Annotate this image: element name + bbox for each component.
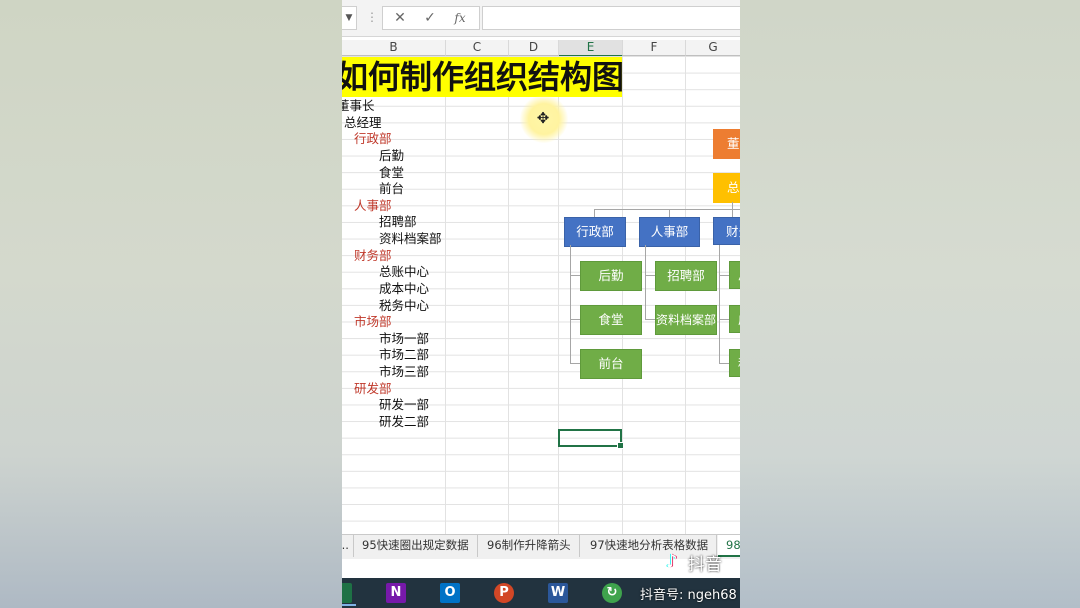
formula-input[interactable]: [482, 6, 740, 30]
active-cell[interactable]: [558, 429, 624, 449]
org-box-team[interactable]: 资料档案部: [655, 305, 717, 335]
org-box-team[interactable]: 成本中心: [729, 305, 740, 333]
sheet-tab[interactable]: 96制作升降箭头: [479, 535, 580, 557]
green-app-icon[interactable]: ↻: [594, 580, 630, 606]
outline-item[interactable]: 研发二部: [379, 414, 429, 430]
org-box-team[interactable]: 食堂: [580, 305, 642, 335]
connector-line: [645, 245, 646, 319]
outline-item[interactable]: 食堂: [379, 165, 404, 181]
sheet-tab-more[interactable]: ...: [342, 535, 354, 557]
gridline: [508, 56, 509, 534]
column-header-d[interactable]: D: [509, 40, 559, 56]
name-box-dropdown[interactable]: ▼: [342, 6, 357, 30]
connector-line: [594, 209, 595, 217]
column-header-b[interactable]: B: [342, 40, 446, 56]
column-header-g[interactable]: G: [686, 40, 740, 56]
org-box-team[interactable]: 后勤: [580, 261, 642, 291]
outline-item[interactable]: 市场三部: [379, 364, 429, 380]
org-box-general-manager[interactable]: 总经理: [713, 173, 740, 203]
blurred-background-left: [0, 0, 342, 608]
connector-line: [719, 363, 729, 364]
connector-line: [570, 275, 580, 276]
gridline: [622, 56, 623, 534]
formula-buttons: ✕ ✓ fx: [382, 6, 480, 30]
outline-item[interactable]: 资料档案部: [379, 231, 442, 247]
outline-item[interactable]: 市场二部: [379, 347, 429, 363]
outline-item-department[interactable]: 行政部: [354, 131, 392, 147]
gridline: [445, 56, 446, 534]
connector-line: [719, 245, 720, 363]
connector-line: [719, 319, 729, 320]
insert-function-button[interactable]: fx: [445, 7, 475, 29]
connector-line: [645, 275, 655, 276]
org-box-team[interactable]: 税务中心: [729, 349, 740, 377]
outline-item[interactable]: 税务中心: [379, 298, 429, 314]
excel-window: ▼ ⋮ ✕ ✓ fx B C D E F G 如何制作组织结构图 董事长 总经理…: [342, 0, 740, 608]
watermark-account: 抖音号: ngeh68: [640, 588, 737, 603]
column-header-f[interactable]: F: [623, 40, 686, 56]
column-header-e[interactable]: E: [559, 40, 623, 57]
excel-icon[interactable]: [342, 580, 360, 606]
outline-item[interactable]: 招聘部: [379, 214, 417, 230]
connector-line: [594, 209, 740, 210]
powerpoint-icon[interactable]: P: [486, 580, 522, 606]
outlook-icon[interactable]: O: [432, 580, 468, 606]
column-header-c[interactable]: C: [446, 40, 509, 56]
connector-line: [719, 275, 729, 276]
org-box-department[interactable]: 人事部: [639, 217, 700, 247]
word-icon[interactable]: W: [540, 580, 576, 606]
onenote-icon[interactable]: N: [378, 580, 414, 606]
formula-bar: ▼ ⋮ ✕ ✓ fx: [342, 0, 740, 37]
org-box-team[interactable]: 总账中心: [729, 261, 740, 289]
outline-item-department[interactable]: 人事部: [354, 198, 392, 214]
page-title[interactable]: 如何制作组织结构图: [342, 57, 624, 97]
outline-item-department[interactable]: 财务部: [354, 248, 392, 264]
outline-item[interactable]: 前台: [379, 181, 404, 197]
watermark-brand: 抖音: [688, 555, 722, 575]
outline-item[interactable]: 总经理: [344, 115, 382, 131]
org-box-team[interactable]: 前台: [580, 349, 642, 379]
org-box-department[interactable]: 行政部: [564, 217, 626, 247]
formula-bar-separator: ⋮: [366, 10, 378, 24]
outline-item[interactable]: 研发一部: [379, 397, 429, 413]
blurred-background-right: [740, 0, 1080, 608]
connector-line: [669, 209, 670, 217]
connector-line: [570, 363, 580, 364]
connector-line: [570, 245, 571, 363]
tiktok-logo-icon: ♪: [666, 551, 678, 572]
outline-item[interactable]: 总账中心: [379, 264, 429, 280]
org-box-team[interactable]: 招聘部: [655, 261, 717, 291]
move-cursor-icon: ✥: [536, 109, 550, 127]
enter-icon[interactable]: ✓: [415, 7, 445, 29]
outline-item[interactable]: 成本中心: [379, 281, 429, 297]
outline-item-department[interactable]: 研发部: [354, 381, 392, 397]
connector-line: [570, 319, 580, 320]
sheet-tab[interactable]: 95快速圈出规定数据: [354, 535, 478, 557]
connector-line: [645, 319, 655, 320]
cancel-icon[interactable]: ✕: [385, 7, 415, 29]
outline-item-department[interactable]: 市场部: [354, 314, 392, 330]
connector-line: [732, 202, 733, 217]
org-box-chairman[interactable]: 董事长: [713, 129, 740, 159]
outline-item[interactable]: 董事长: [342, 98, 375, 114]
outline-item[interactable]: 后勤: [379, 148, 404, 164]
org-box-department[interactable]: 财务部: [713, 217, 740, 245]
outline-item[interactable]: 市场一部: [379, 331, 429, 347]
gridline: [685, 56, 686, 534]
